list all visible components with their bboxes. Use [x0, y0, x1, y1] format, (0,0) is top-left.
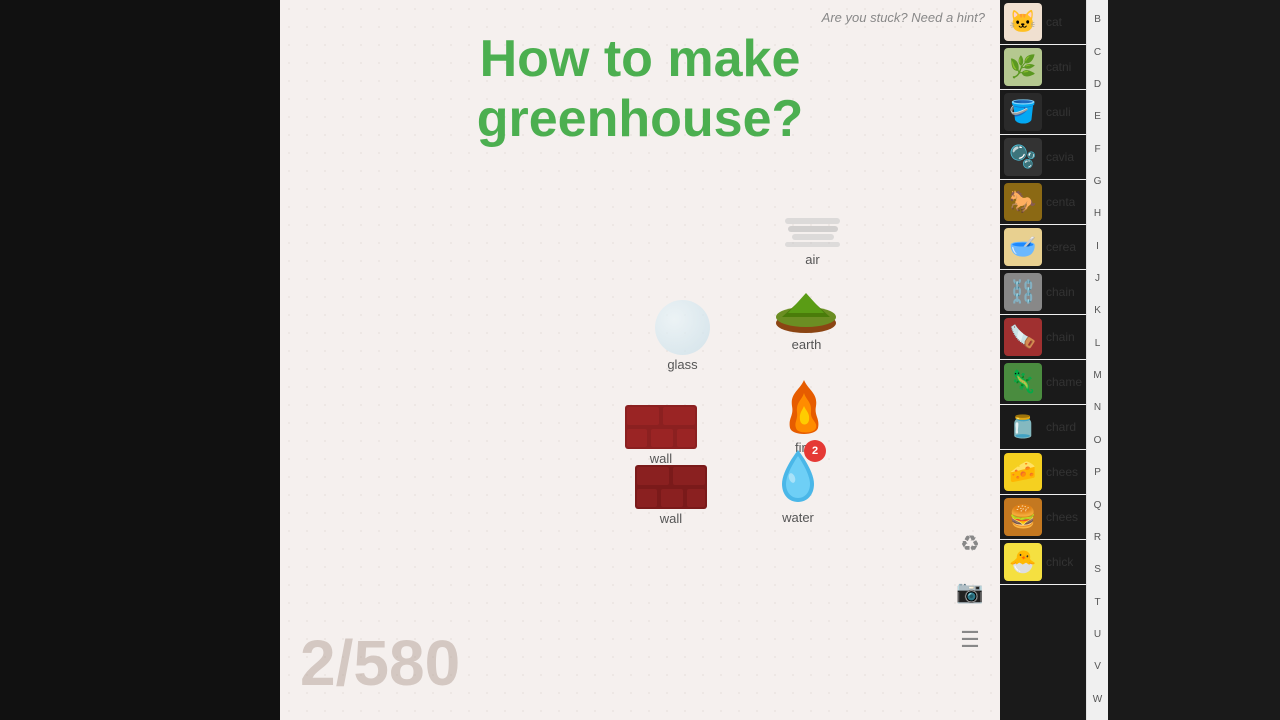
sidebar-panel: 🐱 cat 🌿 catni 🪣 cauli 🫧 cavia 🐎 centa 🥣 cerea ⛓️ chai… — [1000, 0, 1108, 720]
cat-icon: 🐱 — [1004, 3, 1042, 41]
brick2-icon — [635, 465, 707, 509]
hint-text[interactable]: Are you stuck? Need a hint? — [822, 10, 985, 25]
sidebar-item-caviar[interactable]: 🫧 cavia — [1000, 135, 1086, 180]
chainsaw-label: chain — [1046, 330, 1075, 344]
element-water[interactable]: 2 water — [778, 448, 818, 525]
chameleon-icon: 🦎 — [1004, 363, 1042, 401]
glass-label: glass — [667, 357, 697, 372]
caviar-label: cavia — [1046, 150, 1074, 164]
catnip-icon: 🌿 — [1004, 48, 1042, 86]
catnip-label: catni — [1046, 60, 1071, 74]
element-wall2[interactable]: wall — [635, 465, 707, 526]
alpha-letter-n[interactable]: N — [1094, 403, 1101, 413]
alpha-letter-p[interactable]: P — [1094, 468, 1101, 478]
chainsaw-icon: 🪚 — [1004, 318, 1042, 356]
sidebar-item-catnip[interactable]: 🌿 catni — [1000, 45, 1086, 90]
wall2-label: wall — [660, 511, 682, 526]
alpha-letter-c[interactable]: C — [1094, 48, 1101, 58]
sidebar-item-cheese[interactable]: 🧀 chees — [1000, 450, 1086, 495]
cheese-label: chees — [1046, 465, 1078, 479]
fire-icon — [780, 378, 828, 438]
chick-icon: 🐣 — [1004, 543, 1042, 581]
menu-icon: ☰ — [960, 627, 980, 653]
alpha-letter-f[interactable]: F — [1094, 145, 1100, 155]
cat-label: cat — [1046, 15, 1062, 29]
alpha-letter-w[interactable]: W — [1093, 695, 1102, 705]
cheese-icon: 🧀 — [1004, 453, 1042, 491]
alpha-letter-l[interactable]: L — [1095, 339, 1101, 349]
recycle-button[interactable]: ♻ — [950, 524, 990, 564]
chard-label: chard — [1046, 420, 1076, 434]
air-cloud-icon — [780, 210, 845, 250]
water-badge: 2 — [804, 440, 826, 462]
earth-icon — [774, 285, 839, 335]
left-black-panel — [0, 0, 280, 720]
alpha-letter-g[interactable]: G — [1094, 177, 1102, 187]
element-air[interactable]: air — [780, 210, 845, 267]
chameleon-label: chame — [1046, 375, 1082, 389]
chain-icon: ⛓️ — [1004, 273, 1042, 311]
sidebar-item-chain[interactable]: ⛓️ chain — [1000, 270, 1086, 315]
counter-text: 2/580 — [300, 626, 460, 700]
sidebar-item-chard[interactable]: 🫙 chard — [1000, 405, 1086, 450]
sidebar-item-cat[interactable]: 🐱 cat — [1000, 0, 1086, 45]
element-wall1[interactable]: wall — [625, 405, 697, 466]
cauliflower-icon: 🪣 — [1004, 93, 1042, 131]
alpha-letter-o[interactable]: O — [1094, 436, 1102, 446]
sidebar-item-centaur[interactable]: 🐎 centa — [1000, 180, 1086, 225]
alpha-letter-u[interactable]: U — [1094, 630, 1101, 640]
water-badge-wrap: 2 — [778, 448, 818, 508]
sidebar-item-chameleon[interactable]: 🦎 chame — [1000, 360, 1086, 405]
camera-icon: 📷 — [956, 579, 983, 605]
caviar-icon: 🫧 — [1004, 138, 1042, 176]
alpha-navigation: B C D E F G H I J K L M N O P Q R S T U V W — [1086, 0, 1108, 720]
earth-label: earth — [792, 337, 822, 352]
toolbar: ♻ 📷 ☰ — [950, 524, 990, 660]
alpha-letter-b[interactable]: B — [1094, 15, 1101, 25]
sidebar-item-cheeseburger[interactable]: 🍔 chees — [1000, 495, 1086, 540]
cereal-label: cerea — [1046, 240, 1076, 254]
cheeseburger-label: chees — [1046, 510, 1078, 524]
menu-button[interactable]: ☰ — [950, 620, 990, 660]
chain-label: chain — [1046, 285, 1075, 299]
alpha-letter-k[interactable]: K — [1094, 306, 1101, 316]
alpha-letter-v[interactable]: V — [1094, 662, 1101, 672]
alpha-letter-i[interactable]: I — [1096, 242, 1099, 252]
alpha-letter-r[interactable]: R — [1094, 533, 1101, 543]
cereal-icon: 🥣 — [1004, 228, 1042, 266]
element-earth[interactable]: earth — [774, 285, 839, 352]
main-canvas: Are you stuck? Need a hint? How to make … — [280, 0, 1000, 720]
brick1-icon — [625, 405, 697, 449]
sidebar-item-cauliflower[interactable]: 🪣 cauli — [1000, 90, 1086, 135]
centaur-label: centa — [1046, 195, 1075, 209]
cheeseburger-icon: 🍔 — [1004, 498, 1042, 536]
sidebar-item-chainsaw[interactable]: 🪚 chain — [1000, 315, 1086, 360]
alpha-letter-d[interactable]: D — [1094, 80, 1101, 90]
air-label: air — [805, 252, 819, 267]
alpha-letter-m[interactable]: M — [1093, 371, 1101, 381]
alpha-letter-s[interactable]: S — [1094, 565, 1101, 575]
sidebar-item-cereal[interactable]: 🥣 cerea — [1000, 225, 1086, 270]
glass-icon — [655, 300, 710, 355]
cauliflower-label: cauli — [1046, 105, 1071, 119]
alpha-letter-j[interactable]: J — [1095, 274, 1100, 284]
alpha-letter-e[interactable]: E — [1094, 112, 1101, 122]
alpha-letter-h[interactable]: H — [1094, 209, 1101, 219]
chick-label: chick — [1046, 555, 1073, 569]
recycle-icon: ♻ — [960, 531, 980, 557]
water-label: water — [782, 510, 814, 525]
wall1-label: wall — [650, 451, 672, 466]
alpha-letter-q[interactable]: Q — [1094, 501, 1102, 511]
chard-icon: 🫙 — [1004, 408, 1042, 446]
main-title: How to make greenhouse? — [340, 30, 940, 150]
element-glass[interactable]: glass — [655, 300, 710, 372]
camera-button[interactable]: 📷 — [950, 572, 990, 612]
alpha-letter-t[interactable]: T — [1094, 598, 1100, 608]
centaur-icon: 🐎 — [1004, 183, 1042, 221]
sidebar-item-chick[interactable]: 🐣 chick — [1000, 540, 1086, 585]
sidebar-items-list: 🐱 cat 🌿 catni 🪣 cauli 🫧 cavia 🐎 centa 🥣 cerea ⛓️ chai… — [1000, 0, 1086, 720]
